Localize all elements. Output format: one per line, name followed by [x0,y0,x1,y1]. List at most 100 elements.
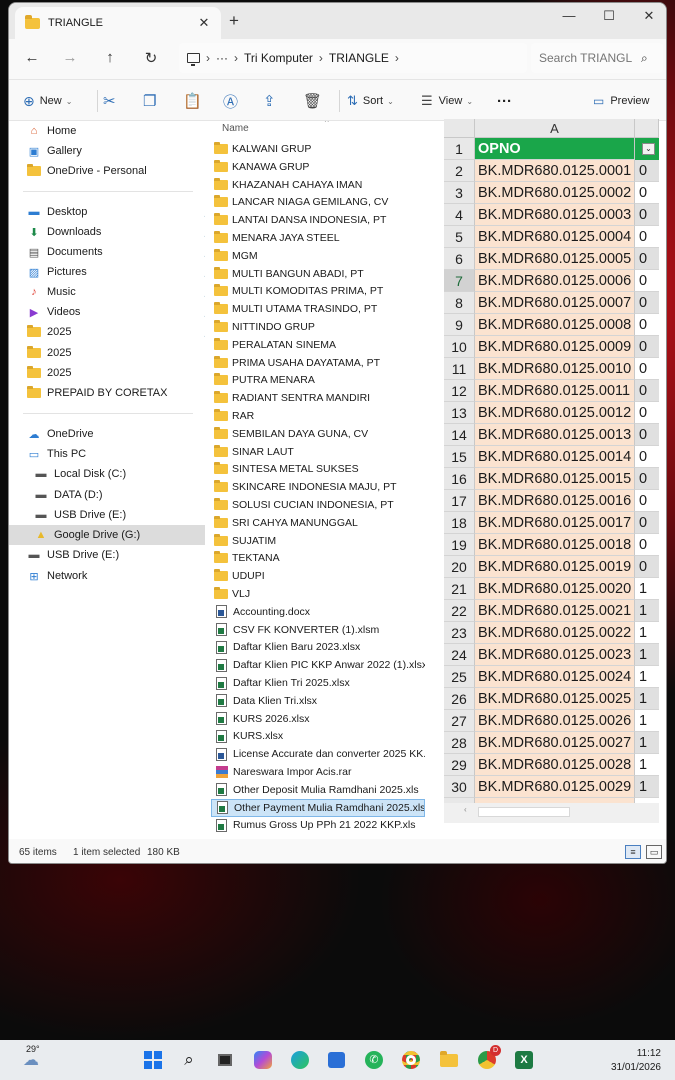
row-header[interactable]: 24 [444,644,475,666]
folder-item[interactable]: SUJATIM [211,532,425,550]
folder-item[interactable]: UDUPI [211,567,425,585]
row-header[interactable]: 10 [444,336,475,358]
cell-a[interactable]: BK.MDR680.0125.0023 [475,644,635,666]
cell-a[interactable]: BK.MDR680.0125.0007 [475,292,635,314]
cell-b[interactable]: 0 [635,512,659,534]
breadcrumb-more[interactable]: ··· [216,51,228,65]
filter-dropdown-icon[interactable]: ⌄ [642,143,655,155]
cell-a[interactable]: BK.MDR680.0125.0014 [475,446,635,468]
scrollbar-thumb[interactable] [478,807,570,817]
column-header-b[interactable] [635,119,659,138]
row-header[interactable]: 3 [444,182,475,204]
column-header-a[interactable]: A [475,119,635,138]
file-item[interactable]: Daftar Klien Baru 2023.xlsx [211,638,425,656]
cell-b[interactable]: 0 [635,424,659,446]
cell-a[interactable]: BK.MDR680.0125.0001 [475,160,635,182]
cell-b[interactable]: 1 [635,666,659,688]
cell-b[interactable]: 0 [635,336,659,358]
cell-a[interactable]: BK.MDR680.0125.0004 [475,226,635,248]
search-icon[interactable]: ⌕ [177,1049,201,1071]
row-header[interactable]: 17 [444,490,475,512]
row-header[interactable]: 7 [444,270,475,292]
folder-item[interactable]: LANTAI DANSA INDONESIA, PT [211,211,425,229]
row-header[interactable]: 8 [444,292,475,314]
sidebar-item-videos[interactable]: ▶Videos📌 [27,302,217,322]
cell-b[interactable]: 1 [635,732,659,754]
folder-item[interactable]: NITTINDO GRUP [211,318,425,336]
close-button[interactable]: ✕ [629,3,666,31]
cell-a[interactable]: BK.MDR680.0125.0013 [475,424,635,446]
sidebar-item-onedrive[interactable]: ☁ OneDrive [27,424,217,444]
row-header[interactable]: 4 [444,204,475,226]
breadcrumb-tri-komputer[interactable]: Tri Komputer [244,51,313,65]
folder-item[interactable]: PRIMA USAHA DAYATAMA, PT [211,354,425,372]
paste-icon[interactable]: 📋 [183,91,202,111]
cell-b[interactable]: 0 [635,182,659,204]
row-header[interactable]: 26 [444,688,475,710]
excel-icon[interactable]: X [512,1049,536,1071]
sidebar-item-network[interactable]: ⊞ Network [27,566,217,586]
cell-b[interactable]: 1 [635,600,659,622]
cell-b[interactable]: 0 [635,204,659,226]
cell-b[interactable]: 0 [635,446,659,468]
weather-widget[interactable]: ☁ 29° [16,1044,46,1071]
row-header[interactable]: 21 [444,578,475,600]
scroll-left-icon[interactable]: ‹ [464,805,467,814]
row-header[interactable]: 1 [444,138,475,160]
chevron-right-icon[interactable]: › [319,51,323,65]
file-item[interactable]: Accounting.docx [211,603,425,621]
up-arrow-icon[interactable]: ↑ [99,49,121,69]
row-header[interactable]: 14 [444,424,475,446]
sidebar-item-usb-drive-e[interactable]: ▬ USB Drive (E:) [34,505,224,525]
chevron-right-icon[interactable]: › [395,51,399,65]
chevron-right-icon[interactable]: › [206,51,210,65]
cell-b[interactable]: 0 [635,380,659,402]
sidebar-item-google-drive-g[interactable]: ▲ Google Drive (G:) [9,525,205,545]
cell-b[interactable]: 1 [635,688,659,710]
share-icon[interactable]: ⇪ [263,91,276,111]
cut-icon[interactable]: ✂ [103,91,116,111]
maximize-button[interactable]: ☐ [589,3,629,31]
file-item[interactable]: Nareswara Impor Acis.rar [211,763,425,781]
system-clock[interactable]: 11:12 31/01/2026 [611,1047,661,1075]
preview-button[interactable]: ▭ Preview [593,91,649,111]
copy-icon[interactable]: ❐ [143,91,156,111]
cell-b[interactable]: 0 [635,468,659,490]
row-header[interactable]: 27 [444,710,475,732]
sidebar-item-gallery[interactable]: ▣ Gallery [27,141,217,161]
column-header-name[interactable]: Name [222,123,249,134]
copilot-icon[interactable] [251,1049,275,1071]
cell-b[interactable]: 0 [635,314,659,336]
tiles-view-icon[interactable]: ▭ [646,845,662,859]
cell-a[interactable]: BK.MDR680.0125.0026 [475,710,635,732]
cell-a[interactable]: BK.MDR680.0125.0027 [475,732,635,754]
file-item[interactable]: CSV FK KONVERTER (1).xlsm [211,621,425,639]
search-input[interactable] [539,51,635,65]
cell-b[interactable]: 0 [635,226,659,248]
file-item[interactable]: Data Klien Tri.xlsx [211,692,425,710]
file-item[interactable]: Other Payment Mulia Ramdhani 2025.xls [211,798,425,817]
cell-a[interactable]: BK.MDR680.0125.0029 [475,776,635,798]
tab-close-button[interactable]: ✕ [193,15,215,31]
folder-item[interactable]: LANCAR NIAGA GEMILANG, CV [211,193,425,211]
row-header[interactable]: 29 [444,754,475,776]
sidebar-item-2025[interactable]: 2025 [27,343,217,363]
sidebar-item-this-pc[interactable]: ▭ This PC [27,444,217,464]
back-arrow-icon[interactable]: ← [21,49,43,69]
cell-a[interactable]: BK.MDR680.0125.0005 [475,248,635,270]
cell-a[interactable]: BK.MDR680.0125.0019 [475,556,635,578]
row-header[interactable]: 5 [444,226,475,248]
folder-item[interactable]: SKINCARE INDONESIA MAJU, PT [211,478,425,496]
cell-a[interactable]: BK.MDR680.0125.0002 [475,182,635,204]
folder-item[interactable]: TEKTANA [211,549,425,567]
row-header[interactable]: 9 [444,314,475,336]
cell-a[interactable]: BK.MDR680.0125.0016 [475,490,635,512]
cell-a[interactable]: BK.MDR680.0125.0021 [475,600,635,622]
cell-b[interactable]: 0 [635,556,659,578]
tab-triangle[interactable]: TRIANGLE ✕ [15,7,221,39]
cell-a[interactable]: BK.MDR680.0125.0024 [475,666,635,688]
file-item[interactable]: Rumus Gross Up PPh 21 2022 KKP.xls [211,816,425,834]
folder-item[interactable]: RAR [211,407,425,425]
row-header[interactable]: 13 [444,402,475,424]
more-options-button[interactable]: ··· [497,91,512,111]
